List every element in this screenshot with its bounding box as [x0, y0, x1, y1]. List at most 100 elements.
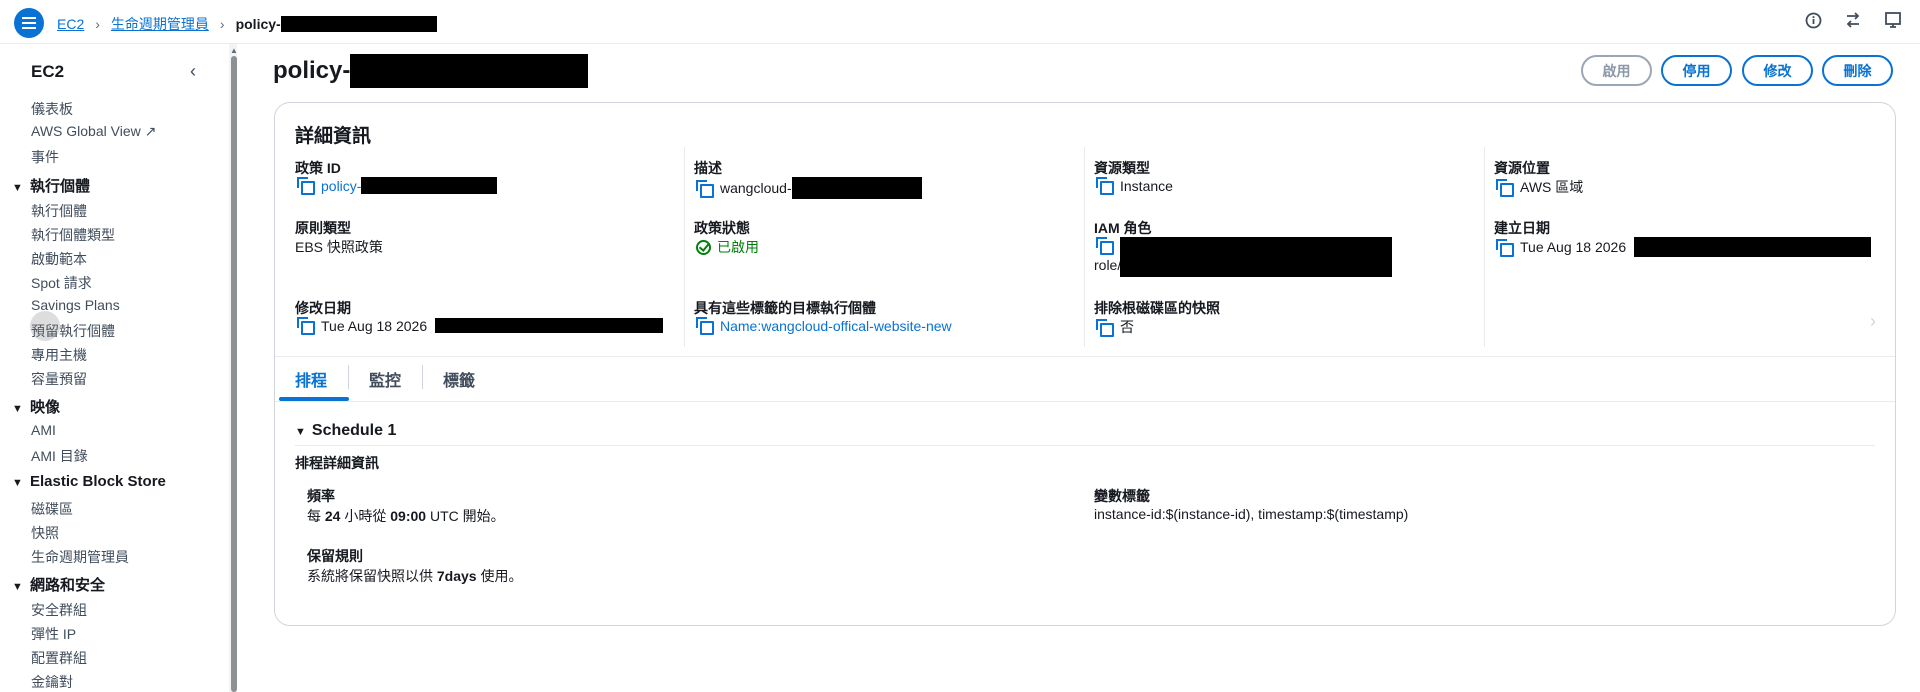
target-tags-link[interactable]: Name:wangcloud-offical-website-new: [720, 318, 952, 334]
created-date-label: 建立日期: [1494, 220, 1550, 236]
variable-tags-label: 變數標籤: [1094, 488, 1150, 504]
breadcrumb-lifecycle-manager[interactable]: 生命週期管理員: [111, 14, 209, 34]
schedule-details-heading: 排程詳細資訊: [295, 455, 379, 471]
caret-down-icon: ▼: [295, 426, 306, 438]
created-date-text: Tue Aug 18 2026: [1520, 239, 1627, 255]
copy-icon[interactable]: [297, 317, 315, 335]
copy-icon[interactable]: [297, 177, 315, 195]
variable-tags-value: instance-id:$(instance-id), timestamp:$(…: [1094, 506, 1409, 522]
sidebar-item-placement-groups[interactable]: 配置群組: [31, 648, 87, 668]
iam-role-label: IAM 角色: [1094, 220, 1152, 236]
modified-date-value: Tue Aug 18 2026: [297, 317, 664, 335]
frequency-mid: 小時從: [344, 508, 387, 524]
schedule-title: Schedule 1: [311, 422, 397, 439]
iam-role-copy: [1096, 237, 1120, 255]
chevron-right-icon[interactable]: ›: [1870, 311, 1876, 332]
sidebar-item-ami[interactable]: AMI: [31, 422, 56, 438]
sidebar-scrollbar-thumb[interactable]: [231, 56, 237, 692]
scroll-up-arrow-icon[interactable]: ▲: [230, 46, 238, 55]
sidebar-item-dedicated-hosts[interactable]: 專用主機: [31, 345, 87, 365]
policy-status-text: 已啟用: [717, 239, 759, 255]
disable-button[interactable]: 停用: [1661, 55, 1732, 86]
tab-separator: [422, 365, 423, 389]
copy-icon[interactable]: [1496, 238, 1514, 257]
policy-id-label: 政策 ID: [295, 160, 341, 176]
sidebar-section-label: 執行個體: [30, 178, 91, 195]
tab-schedule[interactable]: 排程: [295, 367, 327, 391]
details-card: 詳細資訊 政策 ID policy- 描述 wangcloud- 資源類型 In…: [274, 102, 1896, 626]
chevron-right-icon: ›: [95, 16, 100, 32]
policy-type-value: EBS 快照政策: [295, 239, 383, 255]
screen-settings-icon[interactable]: [1884, 11, 1902, 29]
sidebar-item-lifecycle-manager[interactable]: 生命週期管理員: [31, 547, 129, 567]
redacted-block: [280, 16, 437, 32]
sidebar-section-label: 映像: [30, 399, 61, 416]
sidebar-item-instance-types[interactable]: 執行個體類型: [31, 225, 115, 245]
top-bar: EC2 › 生命週期管理員 › policy-: [0, 0, 1920, 44]
page-title: policy-: [273, 54, 589, 88]
sidebar-item-snapshots[interactable]: 快照: [31, 523, 59, 543]
sidebar-item-ami-catalog[interactable]: AMI 目錄: [31, 446, 88, 466]
sidebar-section-network-security[interactable]: ▼ 網路和安全: [12, 574, 105, 595]
iam-role-text: role/: [1094, 257, 1122, 273]
policy-status-value: 已啟用: [696, 237, 759, 257]
copy-icon[interactable]: [1096, 237, 1114, 255]
sidebar-item-elastic-ips[interactable]: 彈性 IP: [31, 624, 76, 644]
created-date-value: Tue Aug 18 2026: [1496, 237, 1872, 257]
breadcrumb: EC2 › 生命週期管理員 › policy-: [57, 14, 437, 34]
exclude-root-label: 排除根磁碟區的快照: [1094, 300, 1220, 316]
caret-down-icon: ▼: [12, 403, 23, 415]
menu-icon[interactable]: [14, 8, 44, 38]
tabs-divider: [275, 401, 1895, 402]
sidebar-section-instances[interactable]: ▼ 執行個體: [12, 175, 90, 196]
sidebar-item-spot-requests[interactable]: Spot 請求: [31, 273, 92, 293]
sidebar-item-capacity-reservations[interactable]: 容量預留: [31, 369, 87, 389]
column-divider: [684, 147, 685, 347]
redacted-block: [1634, 237, 1872, 257]
sidebar-item-volumes[interactable]: 磁碟區: [31, 499, 73, 519]
target-tags-label: 具有這些標籤的目標執行個體: [694, 300, 876, 316]
info-icon[interactable]: [1804, 11, 1822, 29]
redacted-block: [435, 318, 664, 333]
copy-icon[interactable]: [696, 179, 714, 198]
frequency-prefix: 每: [307, 508, 321, 524]
target-tags-value: Name:wangcloud-offical-website-new: [696, 317, 952, 335]
retention-value: 系統將保留快照以供 7days 使用。: [307, 566, 522, 586]
sidebar-item-security-groups[interactable]: 安全群組: [31, 600, 87, 620]
policy-id-link[interactable]: policy-: [321, 178, 361, 194]
copy-icon[interactable]: [696, 317, 714, 335]
sidebar-item-launch-templates[interactable]: 啟動範本: [31, 249, 87, 269]
sidebar-item-label: AWS Global View: [31, 123, 141, 139]
section-divider: [275, 356, 1895, 357]
frequency-time: 09:00: [390, 508, 427, 524]
sidebar-item-dashboard[interactable]: 儀表板: [31, 99, 73, 119]
switch-icon[interactable]: [1844, 11, 1862, 29]
modify-button[interactable]: 修改: [1742, 55, 1813, 86]
external-link-icon: ↗: [144, 123, 157, 139]
caret-down-icon: ▼: [12, 581, 23, 593]
cursor-indicator: [30, 311, 60, 341]
sidebar-item-key-pairs[interactable]: 金鑰對: [31, 672, 73, 692]
delete-button[interactable]: 刪除: [1822, 55, 1893, 86]
schedule-expander[interactable]: ▼ Schedule 1: [295, 422, 396, 440]
copy-icon[interactable]: [1496, 178, 1514, 197]
sidebar-item-instances[interactable]: 執行個體: [31, 201, 87, 221]
resource-location-label: 資源位置: [1494, 160, 1550, 176]
tab-monitoring[interactable]: 監控: [369, 367, 401, 391]
tab-tags[interactable]: 標籤: [443, 367, 475, 391]
frequency-label: 頻率: [307, 488, 335, 504]
chevron-left-icon[interactable]: ‹: [190, 61, 196, 82]
column-divider: [1484, 147, 1485, 347]
copy-icon[interactable]: [1096, 177, 1114, 195]
enable-button[interactable]: 啟用: [1581, 55, 1652, 86]
copy-icon[interactable]: [1096, 318, 1114, 337]
redacted-block: [1120, 237, 1392, 277]
sidebar-section-images[interactable]: ▼ 映像: [12, 396, 60, 417]
breadcrumb-ec2[interactable]: EC2: [57, 16, 84, 32]
sidebar-section-ebs[interactable]: ▼ Elastic Block Store: [12, 473, 166, 490]
redacted-block: [361, 177, 498, 194]
sidebar-item-events[interactable]: 事件: [31, 147, 59, 167]
sidebar-item-global-view[interactable]: AWS Global View ↗: [31, 123, 156, 140]
schedule-divider: [295, 445, 1875, 446]
frequency-hours: 24: [324, 508, 341, 524]
